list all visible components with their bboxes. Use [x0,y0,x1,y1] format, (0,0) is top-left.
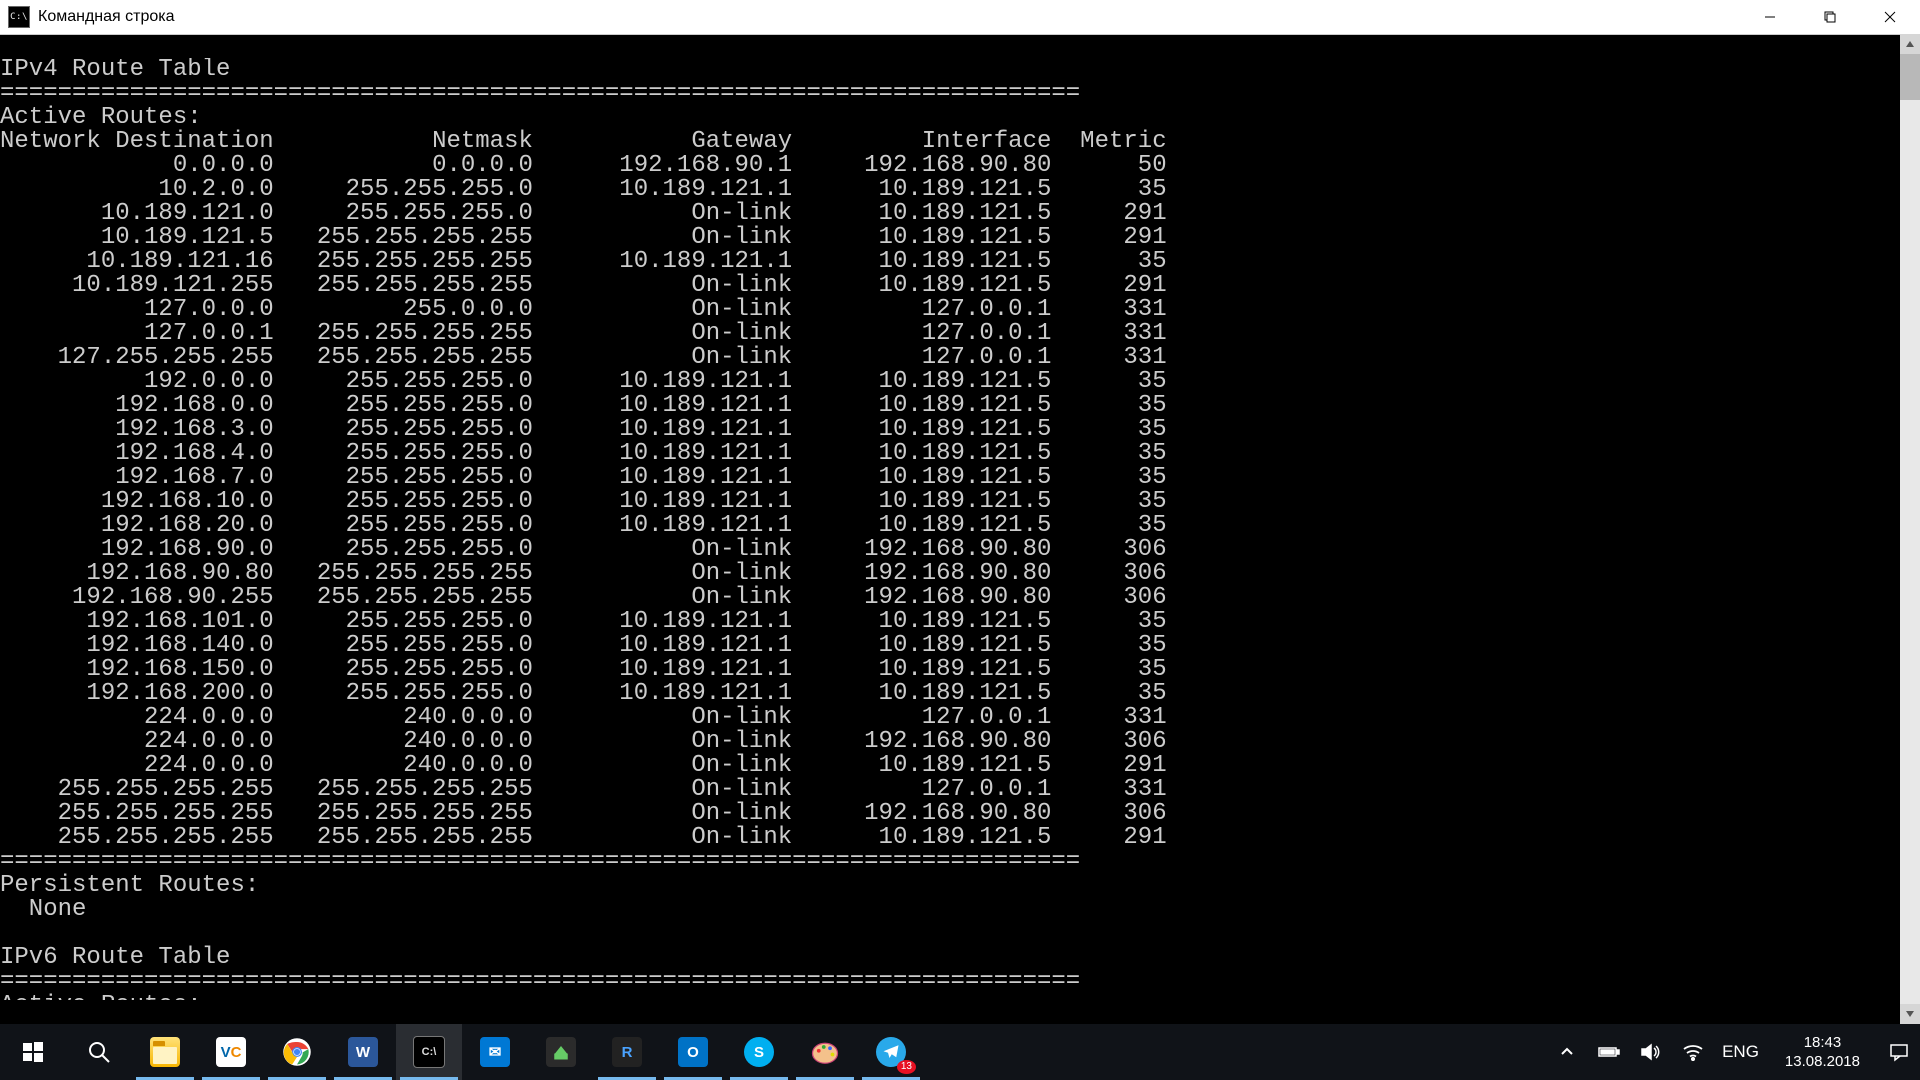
scroll-thumb[interactable] [1900,54,1920,100]
volume-icon[interactable] [1638,1039,1664,1065]
taskbar-app-dark[interactable] [528,1024,594,1080]
scroll-up-arrow[interactable] [1900,34,1920,54]
taskbar-chrome[interactable] [264,1024,330,1080]
window-titlebar: C:\ Командная строка [0,0,1920,35]
scroll-down-arrow[interactable] [1900,1004,1920,1024]
taskbar-cmd[interactable]: C:\ [396,1024,462,1080]
taskbar-file-explorer[interactable] [132,1024,198,1080]
taskbar-skype[interactable]: S [726,1024,792,1080]
telegram-badge: 13 [897,1060,916,1074]
tray-overflow-icon[interactable] [1554,1039,1580,1065]
taskbar-outlook[interactable]: O [660,1024,726,1080]
window-buttons [1740,0,1920,34]
language-indicator[interactable]: ENG [1722,1042,1759,1062]
system-tray: ENG 18:43 13.08.2018 [1546,1033,1920,1072]
taskbar-revit[interactable]: R [594,1024,660,1080]
battery-icon[interactable] [1596,1039,1622,1065]
close-button[interactable] [1860,0,1920,34]
vertical-scrollbar[interactable] [1900,34,1920,1024]
clock-time: 18:43 [1785,1033,1860,1053]
search-button[interactable] [66,1024,132,1080]
action-center-icon[interactable] [1886,1039,1912,1065]
clock-date: 13.08.2018 [1785,1052,1860,1072]
console-output[interactable]: IPv4 Route Table =======================… [0,58,1900,1000]
minimize-button[interactable] [1740,0,1800,34]
maximize-button[interactable] [1800,0,1860,34]
clock[interactable]: 18:43 13.08.2018 [1775,1033,1870,1072]
wifi-icon[interactable] [1680,1039,1706,1065]
taskbar-word[interactable]: W [330,1024,396,1080]
app-icon: C:\ [8,6,30,28]
taskbar-paint[interactable] [792,1024,858,1080]
taskbar-mail[interactable]: ✉ [462,1024,528,1080]
taskbar: VC W C:\ ✉ R O S 13 ENG 18:43 13.08.2018 [0,1024,1920,1080]
taskbar-telegram[interactable]: 13 [858,1024,924,1080]
window-title: Командная строка [38,8,175,26]
taskbar-vnc[interactable]: VC [198,1024,264,1080]
start-button[interactable] [0,1024,66,1080]
